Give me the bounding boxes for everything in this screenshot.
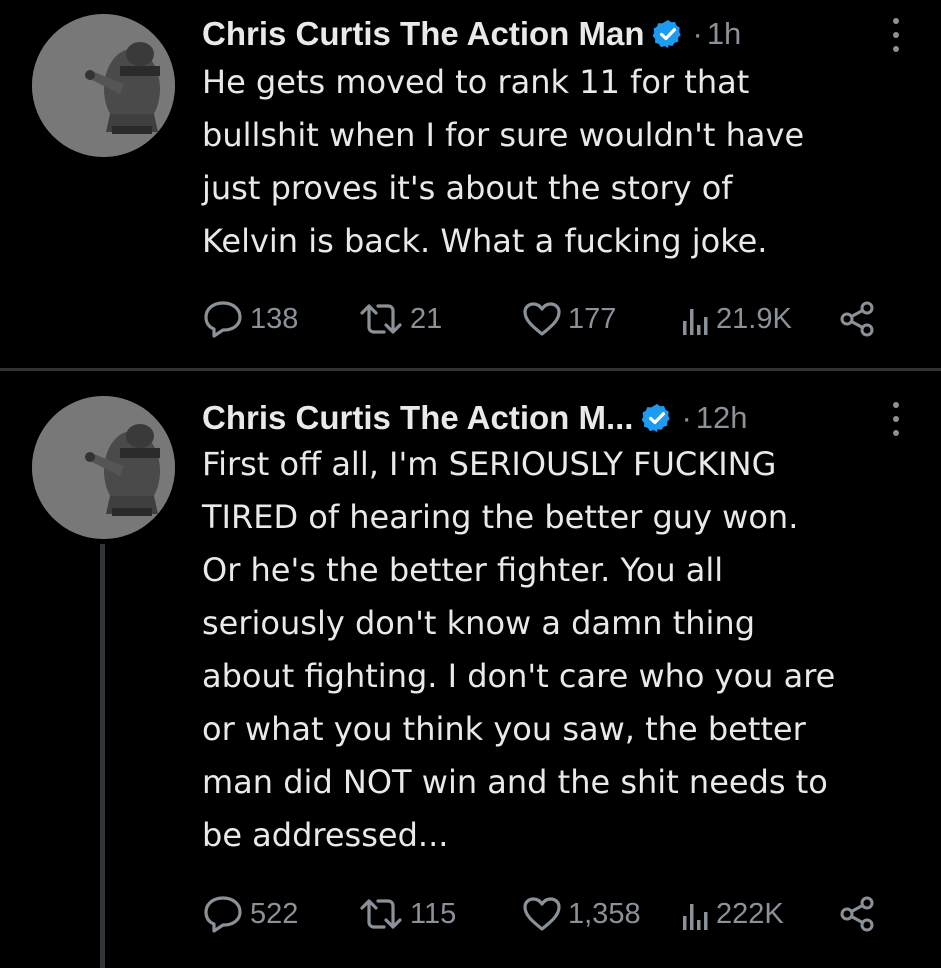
timestamp[interactable]: 12h bbox=[696, 400, 748, 436]
verified-badge-icon bbox=[652, 18, 684, 50]
reply-count: 138 bbox=[250, 302, 299, 335]
avatar[interactable] bbox=[32, 396, 175, 539]
avatar[interactable] bbox=[32, 14, 175, 157]
action-bar: 522 115 1,358 222K bbox=[202, 892, 901, 936]
reply-button[interactable]: 522 bbox=[202, 892, 298, 936]
views-button[interactable]: 21.9K bbox=[680, 297, 792, 341]
repost-button[interactable]: 21 bbox=[358, 297, 442, 341]
share-button[interactable] bbox=[838, 892, 876, 936]
like-button[interactable]: 177 bbox=[522, 297, 616, 341]
display-name[interactable]: Chris Curtis The Action M... bbox=[202, 399, 633, 437]
views-icon bbox=[683, 904, 708, 930]
views-count: 222K bbox=[716, 897, 784, 930]
share-button[interactable] bbox=[838, 297, 876, 341]
views-button[interactable]: 222K bbox=[680, 892, 784, 936]
views-icon bbox=[683, 309, 708, 335]
like-button[interactable]: 1,358 bbox=[522, 892, 641, 936]
like-count: 1,358 bbox=[568, 897, 641, 930]
like-count: 177 bbox=[568, 302, 617, 335]
avatar-image bbox=[32, 14, 175, 157]
tweet-text: He gets moved to rank 11 for that bullsh… bbox=[202, 63, 805, 260]
repost-icon bbox=[360, 304, 402, 334]
share-icon bbox=[840, 896, 874, 932]
reply-button[interactable]: 138 bbox=[202, 297, 298, 341]
thread-connector-line bbox=[100, 544, 105, 968]
more-options-icon[interactable] bbox=[889, 18, 903, 52]
tweet-header: Chris Curtis The Action M... · 12h bbox=[202, 396, 911, 440]
repost-count: 21 bbox=[410, 302, 443, 335]
views-count: 21.9K bbox=[716, 302, 792, 335]
repost-count: 115 bbox=[410, 897, 457, 930]
reply-icon bbox=[204, 301, 242, 338]
repost-icon bbox=[360, 899, 402, 929]
reply-count: 522 bbox=[250, 897, 299, 930]
like-icon bbox=[523, 897, 561, 931]
tweet-card[interactable]: Chris Curtis The Action M... · 12h First… bbox=[0, 372, 941, 968]
more-options-icon[interactable] bbox=[889, 402, 903, 436]
reply-icon bbox=[204, 896, 242, 933]
tweet-text: First off all, I'm SERIOUSLY FUCKING TIR… bbox=[202, 445, 836, 854]
repost-button[interactable]: 115 bbox=[358, 892, 456, 936]
verified-badge-icon bbox=[641, 402, 673, 434]
avatar-image bbox=[32, 396, 175, 539]
tweet-header: Chris Curtis The Action Man · 1h bbox=[202, 12, 911, 56]
tweet-divider bbox=[0, 368, 941, 371]
timestamp[interactable]: 1h bbox=[707, 16, 741, 52]
like-icon bbox=[523, 302, 561, 336]
display-name[interactable]: Chris Curtis The Action Man bbox=[202, 15, 644, 53]
share-icon bbox=[840, 301, 874, 337]
separator-dot: · bbox=[692, 16, 703, 51]
separator-dot: · bbox=[681, 400, 692, 435]
tweet-card[interactable]: Chris Curtis The Action Man · 1h He gets… bbox=[0, 0, 941, 368]
action-bar: 138 21 177 21.9K bbox=[202, 297, 901, 341]
